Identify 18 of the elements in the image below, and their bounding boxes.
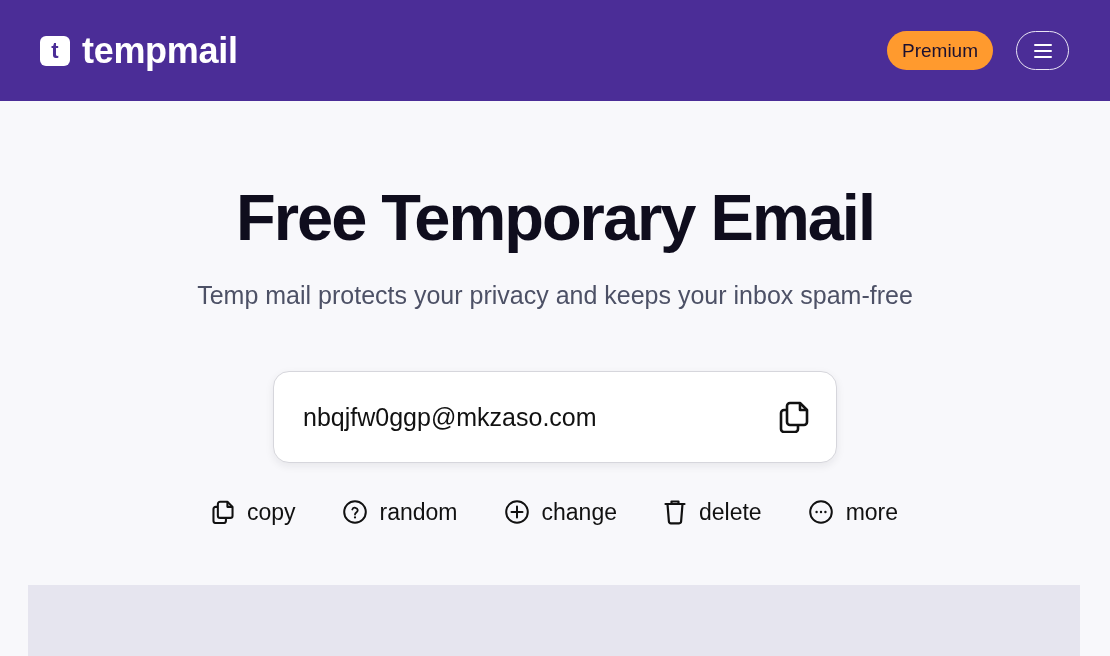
page-title: Free Temporary Email (236, 180, 874, 256)
email-field[interactable]: nbqjfw0ggp@mkzaso.com (273, 371, 837, 463)
ellipsis-circle-icon (808, 500, 833, 524)
more-button[interactable]: more (808, 497, 899, 527)
trash-icon (664, 499, 686, 525)
logo-mark: t (40, 35, 70, 66)
logo-wordmark: tempmail (82, 30, 238, 71)
plus-circle-icon (504, 500, 529, 524)
page-subtitle: Temp mail protects your privacy and keeps your inbox spam-free (197, 280, 913, 310)
menu-icon (1033, 43, 1052, 58)
delete-button[interactable]: delete (664, 497, 762, 527)
random-button[interactable]: random (342, 497, 458, 527)
copy-icon[interactable] (779, 401, 809, 433)
copy-button[interactable]: copy (211, 497, 296, 527)
premium-button[interactable]: Premium (887, 31, 993, 70)
copy-icon (211, 500, 234, 524)
change-button[interactable]: change (504, 497, 617, 527)
question-circle-icon (342, 500, 367, 524)
